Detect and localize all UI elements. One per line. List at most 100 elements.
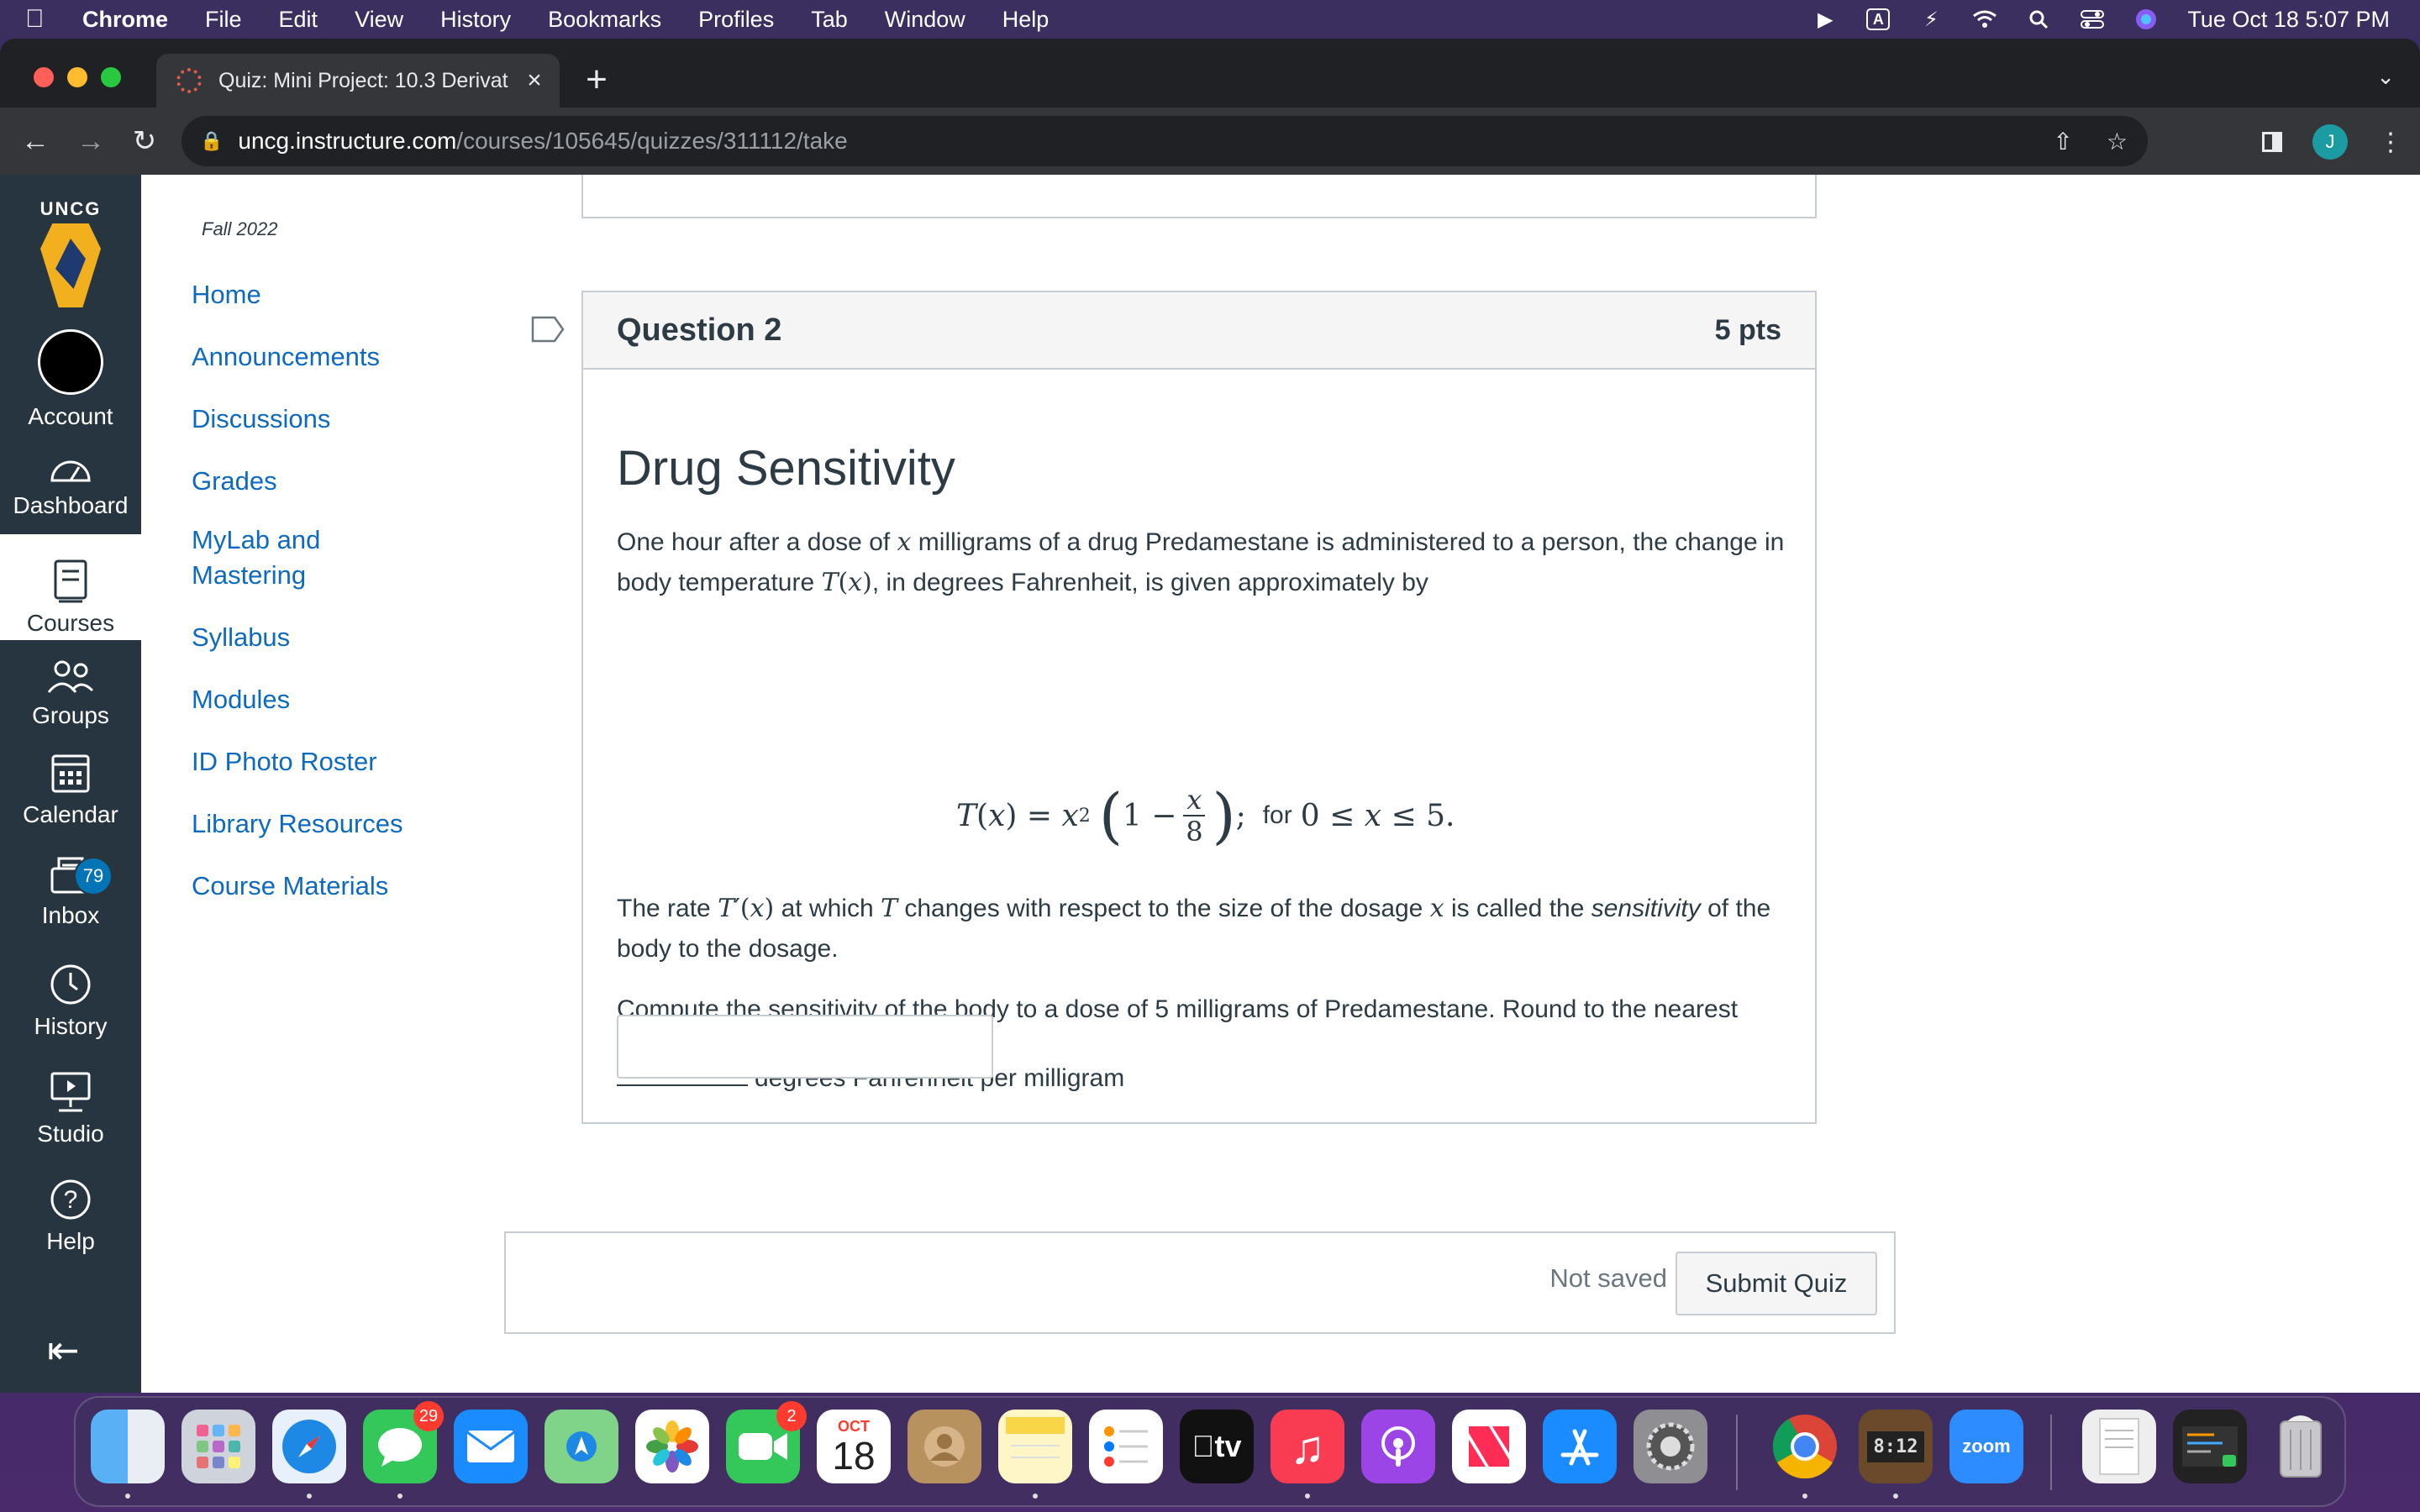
zoom-icon[interactable]: zoom	[1949, 1410, 2023, 1483]
global-navigation: UNCG Account Dashboard Courses Groups Ca…	[0, 175, 141, 1393]
nav-help[interactable]: ? Help	[0, 1178, 141, 1255]
submit-quiz-button[interactable]: Submit Quiz	[1676, 1252, 1877, 1315]
app-store-icon[interactable]	[1543, 1410, 1617, 1483]
trash-icon[interactable]	[2264, 1410, 2338, 1483]
menubar-clock[interactable]: Tue Oct 18 5:07 PM	[2187, 7, 2390, 33]
share-icon[interactable]: ⇧	[2053, 128, 2072, 155]
menu-app-name[interactable]: Chrome	[82, 7, 168, 33]
menu-bookmarks[interactable]: Bookmarks	[548, 7, 661, 33]
history-clock-icon	[50, 964, 91, 1005]
facetime-badge: 2	[776, 1401, 807, 1431]
menu-window[interactable]: Window	[885, 7, 965, 33]
question-paragraph-2: The rate T′(x) at which T changes with r…	[617, 894, 1771, 963]
recent-document-icon[interactable]	[2082, 1410, 2156, 1483]
p2-text-a: The rate	[617, 895, 718, 922]
reminders-icon[interactable]	[1089, 1410, 1163, 1483]
course-nav-home[interactable]: Home	[192, 277, 460, 312]
notes-icon[interactable]	[998, 1410, 1072, 1483]
back-arrow-icon[interactable]: ←	[18, 124, 52, 158]
finder-icon[interactable]	[91, 1410, 165, 1483]
new-tab-icon[interactable]: +	[580, 59, 613, 101]
nav-courses[interactable]: Courses	[0, 534, 141, 640]
photos-icon[interactable]	[635, 1410, 709, 1483]
contacts-icon[interactable]	[908, 1410, 981, 1483]
nav-calendar[interactable]: Calendar	[0, 751, 141, 828]
profile-avatar[interactable]: J	[2312, 124, 2348, 160]
music-icon[interactable]: ♫	[1270, 1410, 1344, 1483]
messages-icon[interactable]: 29	[363, 1401, 444, 1483]
collapse-nav-arrow-icon[interactable]: ⇤	[47, 1327, 80, 1373]
window-zoom-button[interactable]	[101, 67, 121, 87]
safari-icon[interactable]	[272, 1410, 346, 1483]
menu-tab[interactable]: Tab	[811, 7, 848, 33]
chrome-menu-icon[interactable]: ⋮	[2378, 128, 2403, 157]
lock-icon[interactable]: 🔒	[200, 130, 223, 152]
nav-history-label: History	[34, 1013, 108, 1039]
course-nav-syllabus[interactable]: Syllabus	[192, 620, 460, 655]
podcasts-icon[interactable]	[1361, 1410, 1435, 1483]
macos-dock: 29 2 OCT 18 tv ♫	[74, 1396, 2346, 1507]
course-nav-modules[interactable]: Modules	[192, 682, 460, 717]
maps-icon[interactable]	[544, 1410, 618, 1483]
dock-separator	[1736, 1415, 1738, 1490]
question-header: Question 2 5 pts	[583, 292, 1815, 370]
chrome-icon[interactable]	[1768, 1410, 1842, 1483]
clock-app-icon[interactable]: 8:12	[1859, 1410, 1933, 1483]
media-play-icon[interactable]: ▶	[1812, 8, 1838, 31]
course-nav-announcements[interactable]: Announcements	[192, 339, 460, 375]
downloads-stack-icon[interactable]	[2173, 1410, 2247, 1483]
temperature-formula: T(x) = x2 (1 − x 8); for 0 ≤ x ≤ 5.	[956, 780, 1455, 851]
launchpad-icon[interactable]	[182, 1410, 255, 1483]
keyboard-input-icon[interactable]: A	[1866, 8, 1891, 30]
menu-view[interactable]: View	[355, 7, 403, 33]
messages-badge: 29	[413, 1401, 444, 1431]
system-preferences-icon[interactable]	[1634, 1410, 1707, 1483]
nav-groups[interactable]: Groups	[0, 659, 141, 729]
browser-tab-active[interactable]: Quiz: Mini Project: 10.3 Derivat ×	[156, 54, 560, 108]
flag-question-icon[interactable]	[531, 316, 565, 343]
spotlight-search-icon[interactable]	[2026, 8, 2051, 30]
menu-profiles[interactable]: Profiles	[698, 7, 774, 33]
course-nav-discussions[interactable]: Discussions	[192, 402, 460, 437]
control-center-icon[interactable]	[2080, 8, 2105, 30]
menu-file[interactable]: File	[205, 7, 242, 33]
math-T-of-x: T	[821, 568, 839, 597]
apple-tv-icon[interactable]: tv	[1180, 1410, 1254, 1483]
question-points: 5 pts	[1714, 314, 1781, 346]
menu-history[interactable]: History	[440, 7, 511, 33]
course-nav-id-photo-roster[interactable]: ID Photo Roster	[192, 744, 460, 780]
tab-search-chevron-icon[interactable]: ⌄	[2376, 64, 2395, 90]
mail-icon[interactable]	[454, 1410, 528, 1483]
menu-help[interactable]: Help	[1002, 7, 1050, 33]
battery-charging-icon[interactable]: ⚡	[1918, 8, 1944, 31]
course-nav-course-materials[interactable]: Course Materials	[192, 869, 460, 904]
side-panel-icon[interactable]	[2262, 132, 2282, 152]
nav-dashboard[interactable]: Dashboard	[0, 452, 141, 519]
uncg-logo[interactable]: UNCG	[17, 198, 124, 307]
music-running-dot	[1305, 1494, 1310, 1499]
forward-arrow-icon[interactable]: →	[74, 124, 108, 158]
course-nav-library-resources[interactable]: Library Resources	[192, 806, 460, 842]
previous-question-bottom	[581, 175, 1817, 218]
nav-inbox[interactable]: 79 Inbox	[0, 855, 141, 929]
menu-edit[interactable]: Edit	[279, 7, 318, 33]
tab-close-icon[interactable]: ×	[518, 66, 551, 95]
siri-icon[interactable]	[2133, 8, 2159, 30]
nav-history[interactable]: History	[0, 963, 141, 1040]
course-nav-mylab[interactable]: MyLab and Mastering	[192, 522, 360, 593]
window-minimize-button[interactable]	[67, 67, 87, 87]
calendar-app-icon[interactable]: OCT 18	[817, 1410, 891, 1483]
nav-account[interactable]: Account	[0, 329, 141, 430]
facetime-icon[interactable]: 2	[726, 1401, 807, 1483]
news-icon[interactable]	[1452, 1410, 1526, 1483]
address-bar[interactable]: 🔒 uncg.instructure.com/courses/105645/qu…	[182, 116, 2148, 166]
formula-for-text: for	[1262, 801, 1292, 829]
course-nav-grades[interactable]: Grades	[192, 464, 460, 499]
bookmark-star-icon[interactable]: ☆	[2107, 128, 2128, 155]
nav-studio[interactable]: Studio	[0, 1070, 141, 1147]
reload-icon[interactable]: ↻	[128, 124, 161, 158]
wifi-icon[interactable]	[1972, 8, 1997, 30]
apple-menu-icon[interactable]: 	[25, 5, 54, 34]
window-close-button[interactable]	[34, 67, 54, 87]
answer-input[interactable]	[617, 1015, 993, 1079]
